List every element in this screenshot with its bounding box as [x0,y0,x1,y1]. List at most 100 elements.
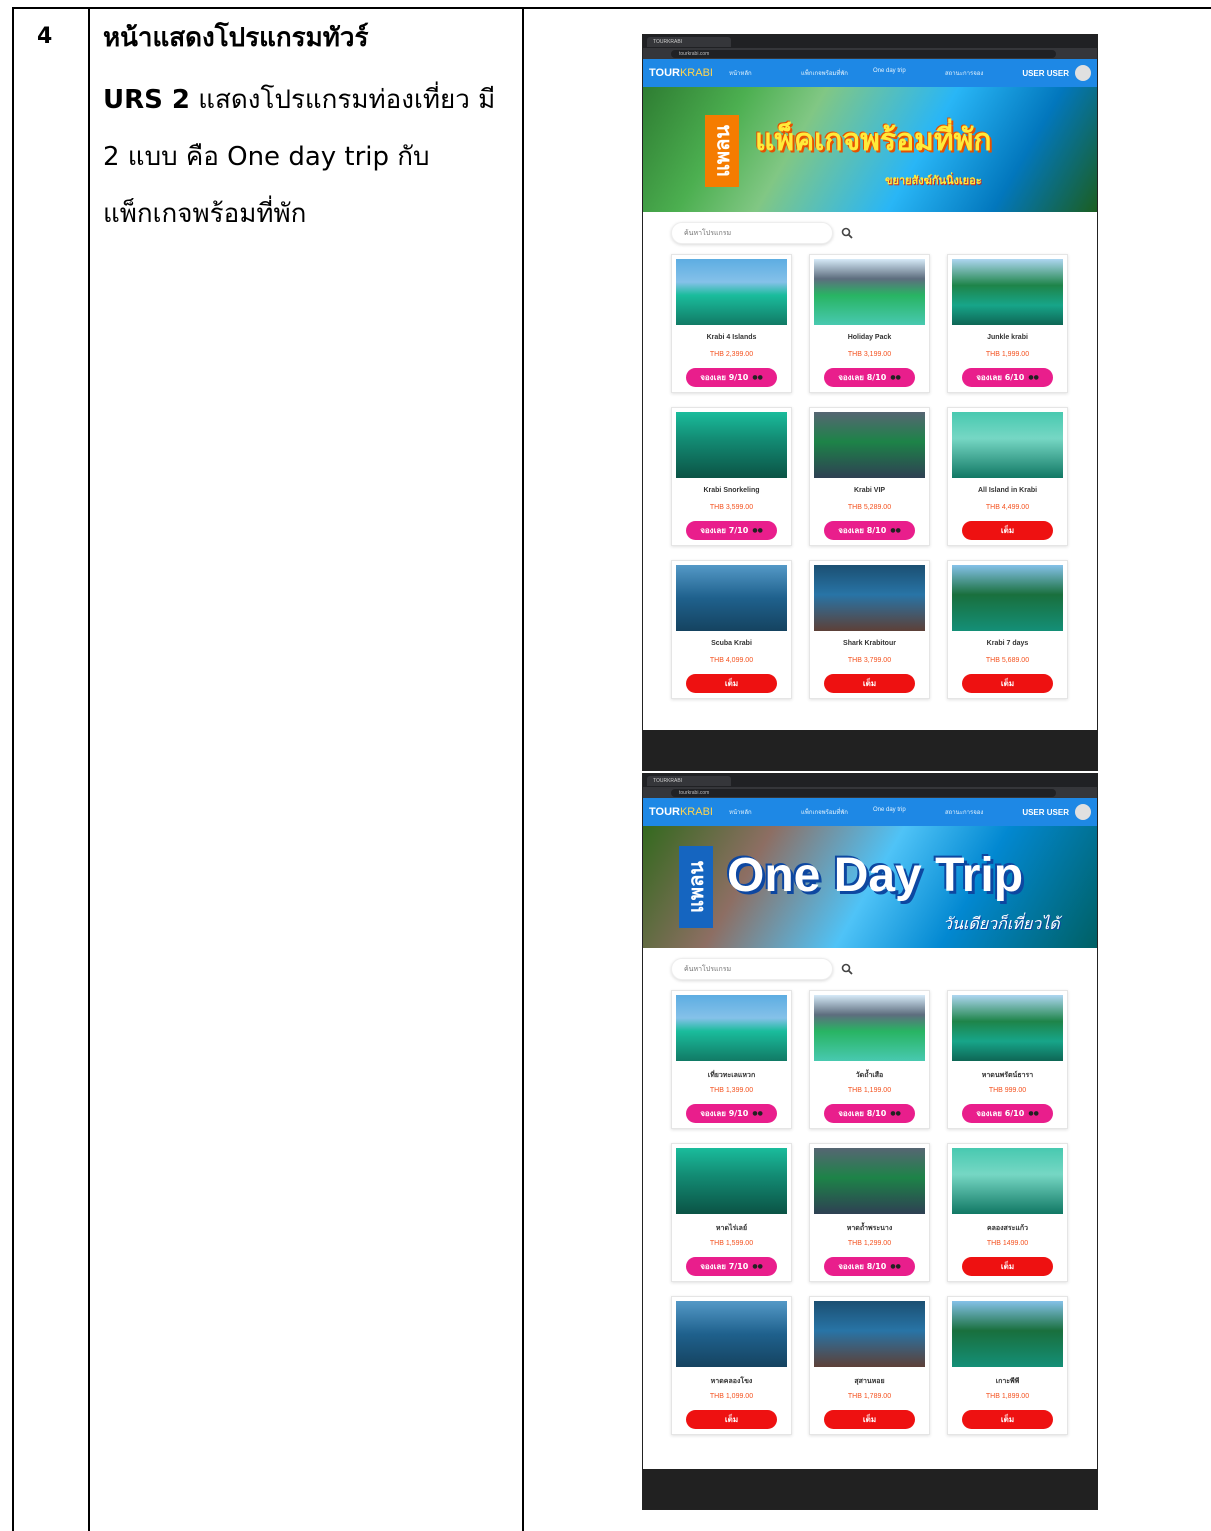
program-image[interactable] [676,995,787,1061]
nav-package[interactable]: แพ็กเกจพร้อมที่พัก [801,807,863,817]
program-card[interactable]: หาดนพรัตน์ธารา THB 999.00 จองเลย 6/10 ●● [947,990,1068,1129]
nav-oneday[interactable]: One day trip [873,807,935,817]
user-name[interactable]: USER USER [1022,69,1069,78]
people-icon: ●● [890,1263,901,1270]
program-card[interactable]: เที่ยวทะเลแหวก THB 1,399.00 จองเลย 9/10 ●● [671,990,792,1129]
button-label: จองเลย 9/10 [700,373,749,382]
program-card[interactable]: Scuba Krabi THB 4,099.00 เต็ม [671,560,792,699]
program-image[interactable] [814,412,925,478]
people-icon: ●● [890,527,901,534]
program-card[interactable]: Junkle krabi THB 1,999.00 จองเลย 6/10 ●● [947,254,1068,393]
program-card[interactable]: Shark Krabitour THB 3,799.00 เต็ม [809,560,930,699]
book-now-button[interactable]: จองเลย 8/10 ●● [824,1104,915,1123]
full-button[interactable]: เต็ม [962,1257,1053,1276]
nav-booking-status[interactable]: สถานะการจอง [945,807,1007,817]
program-card[interactable]: เกาะพีพี THB 1,899.00 เต็ม [947,1296,1068,1435]
program-image[interactable] [676,259,787,325]
full-button[interactable]: เต็ม [962,674,1053,693]
book-now-button[interactable]: จองเลย 6/10 ●● [962,1104,1053,1123]
full-button[interactable]: เต็ม [824,1410,915,1429]
program-image[interactable] [676,412,787,478]
nav-booking-status[interactable]: สถานะการจอง [945,68,1007,78]
book-now-button[interactable]: จองเลย 7/10 ●● [686,521,777,540]
search-icon[interactable] [841,963,853,975]
full-button[interactable]: เต็ม [686,1410,777,1429]
program-image[interactable] [814,995,925,1061]
program-image[interactable] [814,259,925,325]
program-card[interactable]: หาดไร่เลย์ THB 1,599.00 จองเลย 7/10 ●● [671,1143,792,1282]
book-now-button[interactable]: จองเลย 7/10 ●● [686,1257,777,1276]
book-now-button[interactable]: จองเลย 8/10 ●● [824,521,915,540]
program-card[interactable]: Holiday Pack THB 3,199.00 จองเลย 8/10 ●● [809,254,930,393]
program-card[interactable]: Krabi 4 Islands THB 2,399.00 จองเลย 9/10 ●● [671,254,792,393]
program-image[interactable] [952,995,1063,1061]
book-now-button[interactable]: จองเลย 6/10 ●● [962,368,1053,387]
hero-banner: แพลน One Day Trip วันเดียวก็เที่ยวได้ [643,826,1097,948]
program-card[interactable]: All Island in Krabi THB 4,499.00 เต็ม [947,407,1068,546]
program-card[interactable]: Krabi 7 days THB 5,689.00 เต็ม [947,560,1068,699]
browser-tabbar: TOURKRABI [643,35,1097,48]
program-name: Holiday Pack [847,334,892,341]
program-price: THB 1,599.00 [709,1240,754,1247]
nav-package[interactable]: แพ็กเกจพร้อมที่พัก [801,68,863,78]
program-name: All Island in Krabi [977,487,1038,494]
book-now-button[interactable]: จองเลย 8/10 ●● [824,368,915,387]
address-bar[interactable]: tourkrabi.com [671,788,1056,797]
book-now-button[interactable]: จองเลย 9/10 ●● [686,368,777,387]
button-label: จองเลย 8/10 [838,373,887,382]
program-image[interactable] [814,565,925,631]
program-card[interactable]: หาดคลองโขง THB 1,099.00 เต็ม [671,1296,792,1435]
browser-tab[interactable]: TOURKRABI [647,36,731,47]
search-icon[interactable] [841,227,853,239]
program-image[interactable] [952,565,1063,631]
full-button[interactable]: เต็ม [686,674,777,693]
user-name[interactable]: USER USER [1022,808,1069,817]
program-card[interactable]: Krabi VIP THB 5,289.00 จองเลย 8/10 ●● [809,407,930,546]
site-logo[interactable]: TOURKRABI [649,806,729,818]
book-now-button[interactable]: จองเลย 9/10 ●● [686,1104,777,1123]
program-image[interactable] [814,1148,925,1214]
program-image[interactable] [676,565,787,631]
book-now-button[interactable]: จองเลย 8/10 ●● [824,1257,915,1276]
full-button[interactable]: เต็ม [824,674,915,693]
search-input[interactable] [671,958,833,980]
program-price: THB 1,899.00 [985,1393,1030,1400]
browser-tab[interactable]: TOURKRABI [647,775,731,786]
program-price: THB 1,299.00 [847,1240,892,1247]
full-button[interactable]: เต็ม [962,1410,1053,1429]
program-price: THB 999.00 [988,1087,1027,1094]
people-icon: ●● [752,1263,763,1270]
program-card[interactable]: วัดถ้ำเสือ THB 1,199.00 จองเลย 8/10 ●● [809,990,930,1129]
nav-home[interactable]: หน้าหลัก [729,68,791,78]
program-card[interactable]: สุสานหอย THB 1,789.00 เต็ม [809,1296,930,1435]
program-price: THB 1,789.00 [847,1393,892,1400]
program-name: เที่ยวทะเลแหวก [707,1072,756,1079]
program-grid: Krabi 4 Islands THB 2,399.00 จองเลย 9/10 ●●… [643,254,1097,699]
avatar[interactable] [1075,65,1091,81]
program-image[interactable] [952,412,1063,478]
full-button[interactable]: เต็ม [962,521,1053,540]
program-image[interactable] [814,1301,925,1367]
program-card[interactable]: Krabi Snorkeling THB 3,599.00 จองเลย 7/10 ●… [671,407,792,546]
program-image[interactable] [952,1301,1063,1367]
program-card[interactable]: หาดถ้ำพระนาง THB 1,299.00 จองเลย 8/10 ●● [809,1143,930,1282]
program-image[interactable] [952,259,1063,325]
button-label: เต็ม [724,679,739,688]
program-card[interactable]: คลองสระแก้ว THB 1499.00 เต็ม [947,1143,1068,1282]
row-description: URS 2 แสดงโปรแกรมท่องเที่ยว มี 2 แบบ คือ… [103,72,513,243]
nav-home[interactable]: หน้าหลัก [729,807,791,817]
program-name: หาดคลองโขง [710,1378,753,1385]
search-input[interactable] [671,222,833,244]
program-image[interactable] [676,1301,787,1367]
program-name: หาดนพรัตน์ธารา [981,1072,1034,1079]
avatar[interactable] [1075,804,1091,820]
browser-tabbar: TOURKRABI [643,774,1097,787]
screenshot-oneday: TOURKRABI tourkrabi.com TOURKRABI หน้าหล… [642,773,1098,1510]
button-label: จองเลย 8/10 [838,526,887,535]
program-image[interactable] [676,1148,787,1214]
program-image[interactable] [952,1148,1063,1214]
site-logo[interactable]: TOURKRABI [649,67,729,79]
nav-oneday[interactable]: One day trip [873,68,935,78]
address-bar[interactable]: tourkrabi.com [671,49,1056,58]
site-navbar: TOURKRABI หน้าหลัก แพ็กเกจพร้อมที่พัก On… [643,59,1097,87]
